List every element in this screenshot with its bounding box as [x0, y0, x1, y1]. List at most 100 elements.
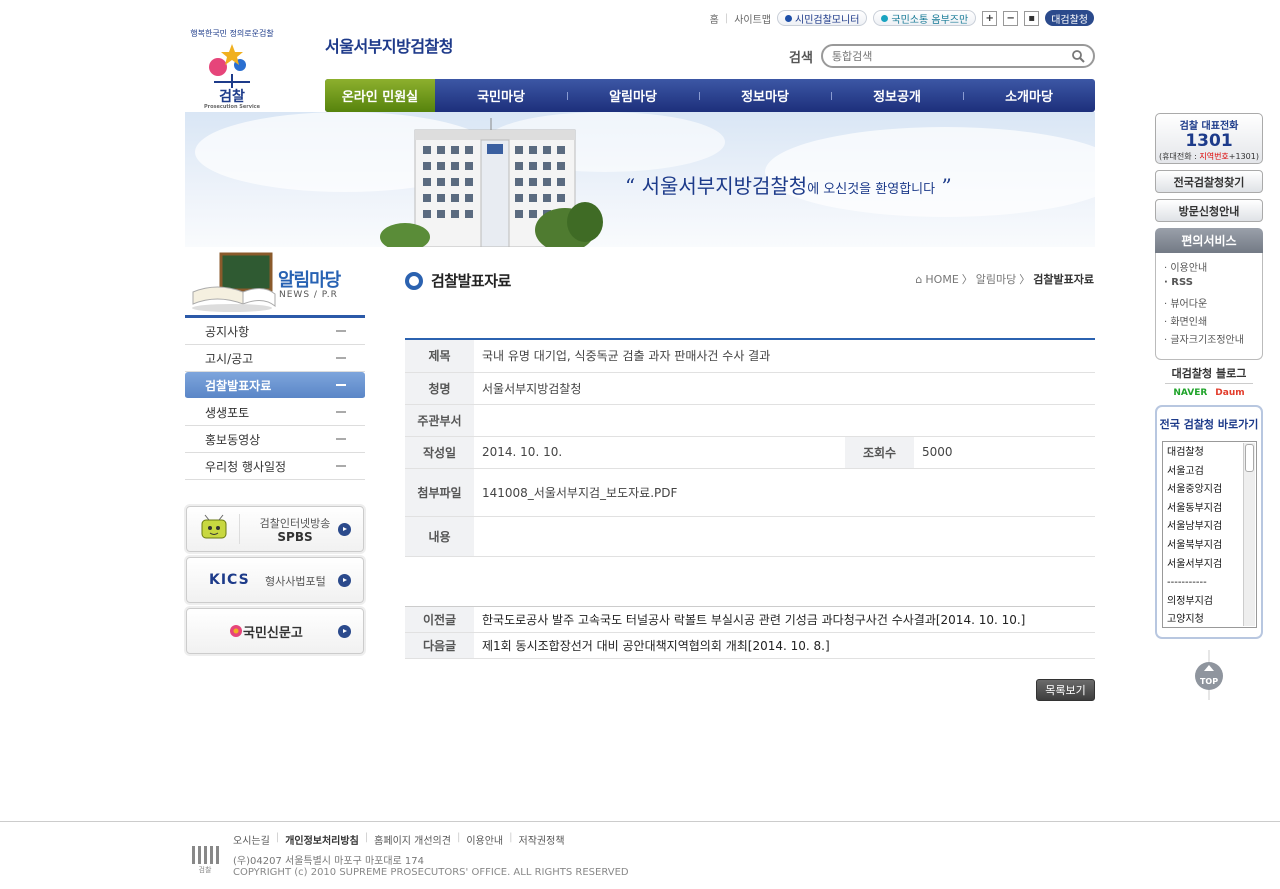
- breadcrumb-section[interactable]: 알림마당: [976, 271, 1016, 287]
- naver-blog-link[interactable]: NAVER: [1173, 388, 1207, 398]
- prev-post-link[interactable]: 한국도로공사 발주 고속국도 터널공사 락볼트 부실시공 관련 기성금 과다청구…: [474, 606, 1095, 633]
- sinmungo-banner[interactable]: 국민신문고: [186, 608, 364, 654]
- divider: |: [456, 832, 461, 843]
- lnb-item-video[interactable]: 홍보동영상: [185, 426, 365, 453]
- font-reset-button[interactable]: ▪: [1024, 10, 1040, 26]
- site-logo[interactable]: 행복한국민 정의로운검찰 검찰 Prosecution Service: [184, 22, 280, 114]
- footer-link-directions[interactable]: 오시는길: [233, 832, 270, 847]
- tel-title: 검찰 대표전화: [1179, 121, 1239, 132]
- divider: [239, 514, 240, 544]
- search-label: 검색: [789, 50, 813, 66]
- lnb-item-press-release[interactable]: 검찰발표자료: [185, 372, 365, 399]
- dept-value: [474, 404, 1095, 437]
- breadcrumb-home[interactable]: HOME: [925, 273, 958, 286]
- nav-news[interactable]: 알림마당: [567, 79, 699, 112]
- search-icon[interactable]: [1071, 49, 1085, 63]
- footer: 검찰 오시는길 | 개인정보처리방침 | 홈페이지 개선의견 | 이용안내 | …: [0, 821, 1280, 889]
- font-increase-button[interactable]: +: [982, 10, 998, 26]
- breadcrumb-current: 검찰발표자료: [1033, 273, 1094, 286]
- lnb-item-photo[interactable]: 생생포토: [185, 399, 365, 426]
- footer-copyright: COPYRIGHT (c) 2010 SUPREME PROSECUTORS' …: [233, 867, 629, 878]
- sinmungo-label: 국민신문고: [243, 626, 303, 641]
- blog-title: 대검찰청 블로그: [1165, 365, 1253, 384]
- visit-info-button[interactable]: 방문신청안내: [1155, 199, 1263, 222]
- article-table: 제목 국내 유명 대기업, 식중독균 검출 과자 판매사건 수사 결과 청명 서…: [405, 338, 1095, 557]
- date-label: 작성일: [405, 436, 474, 469]
- tv-mascot-icon: [201, 514, 227, 539]
- minus-icon: [336, 465, 346, 467]
- logo-text: 검찰: [219, 89, 245, 105]
- minus-icon: [336, 411, 346, 413]
- views-value: 5000: [914, 436, 1095, 469]
- prev-label: 이전글: [405, 606, 474, 633]
- attachment-link[interactable]: 141008_서울서부지검_보도자료.PDF: [474, 468, 1095, 517]
- subject-label: 제목: [405, 339, 474, 373]
- home-link[interactable]: 홈: [710, 11, 719, 26]
- nav-about[interactable]: 소개마당: [963, 79, 1095, 112]
- logo-arc-text: 행복한국민 정의로운검찰: [190, 28, 274, 38]
- search-field-wrap: [820, 44, 1095, 68]
- nav-citizen[interactable]: 국민마당: [435, 79, 567, 112]
- find-office-button[interactable]: 전국검찰청찾기: [1155, 170, 1263, 193]
- table-row: 제목 국내 유명 대기업, 식중독균 검출 과자 판매사건 수사 결과: [405, 339, 1095, 373]
- lnb-item-announcement[interactable]: 고시/공고: [185, 345, 365, 372]
- scrollbar[interactable]: [1243, 443, 1255, 626]
- home-icon: ⌂: [915, 272, 923, 286]
- daum-blog-link[interactable]: Daum: [1215, 388, 1244, 398]
- convenience-list: · 이용안내 · RSS · 뷰어다운 · 화면인쇄 · 글자크기조정안내: [1155, 253, 1263, 360]
- spbs-title: 검찰인터넷방송: [259, 517, 331, 530]
- dept-label: 주관부서: [405, 404, 474, 437]
- banner-org: 서울서부지방검찰청: [641, 174, 808, 198]
- minus-icon: [336, 438, 346, 440]
- kics-banner[interactable]: KICS 형사사법포털: [186, 557, 364, 603]
- lnb-item-label: 고시/공고: [205, 351, 254, 366]
- lnb-title: 알림마당: [278, 270, 341, 291]
- scroll-top-button[interactable]: TOP: [1194, 650, 1224, 700]
- lnb-item-label: 검찰발표자료: [205, 378, 272, 393]
- list-button[interactable]: 목록보기: [1036, 679, 1095, 701]
- body-label: 내용: [405, 516, 474, 557]
- utility-bar: 홈 | 사이트맵 시민검찰모니터 국민소통 옴부즈만 + − ▪ 대검찰청: [710, 9, 1094, 27]
- office-select-list[interactable]: 대검찰청 서울고검 서울중앙지검 서울동부지검 서울남부지검 서울북부지검 서울…: [1162, 441, 1257, 628]
- table-row: 작성일 2014. 10. 10. 조회수 5000: [405, 436, 1095, 469]
- site-name[interactable]: 서울서부지방검찰청: [325, 33, 453, 57]
- footer-link-guide[interactable]: 이용안내: [466, 832, 503, 847]
- banner-close-quote: ”: [941, 174, 952, 198]
- nav-info[interactable]: 정보마당: [699, 79, 831, 112]
- sitemap-link[interactable]: 사이트맵: [734, 11, 771, 26]
- kics-logo: KICS: [209, 572, 250, 588]
- conv-item-guide[interactable]: · 이용안내: [1156, 259, 1262, 277]
- next-post-link[interactable]: 제1회 동시조합장선거 대비 공안대책지역협의회 개최[2014. 10. 8.…: [474, 632, 1095, 659]
- scrollbar-thumb[interactable]: [1245, 444, 1254, 472]
- flower-icon: [230, 625, 242, 637]
- banner-open-quote: “: [625, 174, 636, 198]
- bullet-icon: [785, 14, 792, 22]
- file-label: 첨부파일: [405, 468, 474, 517]
- spbs-banner[interactable]: 검찰인터넷방송 SPBS: [186, 506, 364, 552]
- arrow-right-icon: [338, 574, 351, 587]
- spo-link-button[interactable]: 대검찰청: [1045, 10, 1094, 26]
- title-bullet-icon: [405, 271, 423, 290]
- footer-link-copyright[interactable]: 저작권정책: [519, 832, 565, 847]
- table-row: 이전글 한국도로공사 발주 고속국도 터널공사 락볼트 부실시공 관련 기성금 …: [405, 606, 1095, 633]
- footer-link-feedback[interactable]: 홈페이지 개선의견: [374, 832, 451, 847]
- search-bar: 검색: [789, 44, 1095, 68]
- subject-value: 국내 유명 대기업, 식중독균 검출 과자 판매사건 수사 결과: [474, 339, 1095, 373]
- footer-link-privacy[interactable]: 개인정보처리방침: [285, 832, 359, 847]
- tel-note-post: +1301): [1228, 152, 1259, 161]
- conv-item-viewer[interactable]: · 뷰어다운: [1156, 295, 1262, 313]
- conv-item-fontsize[interactable]: · 글자크기조정안내: [1156, 331, 1262, 349]
- citizen-monitor-button[interactable]: 시민검찰모니터: [777, 10, 868, 26]
- ombudsman-button[interactable]: 국민소통 옴부즈만: [873, 10, 977, 26]
- office-label: 청명: [405, 372, 474, 405]
- conv-item-rss[interactable]: · RSS: [1156, 277, 1262, 295]
- nav-disclosure[interactable]: 정보공개: [831, 79, 963, 112]
- font-decrease-button[interactable]: −: [1003, 10, 1019, 26]
- search-input[interactable]: [820, 44, 1095, 68]
- lnb-item-notice[interactable]: 공지사항: [185, 318, 365, 345]
- conv-item-print[interactable]: · 화면인쇄: [1156, 313, 1262, 331]
- blog-logos: NAVER Daum: [1165, 388, 1253, 398]
- lnb-item-events[interactable]: 우리청 행사일정: [185, 453, 365, 480]
- nav-online-petition[interactable]: 온라인 민원실: [325, 79, 435, 112]
- ombudsman-label: 국민소통 옴부즈만: [891, 14, 969, 26]
